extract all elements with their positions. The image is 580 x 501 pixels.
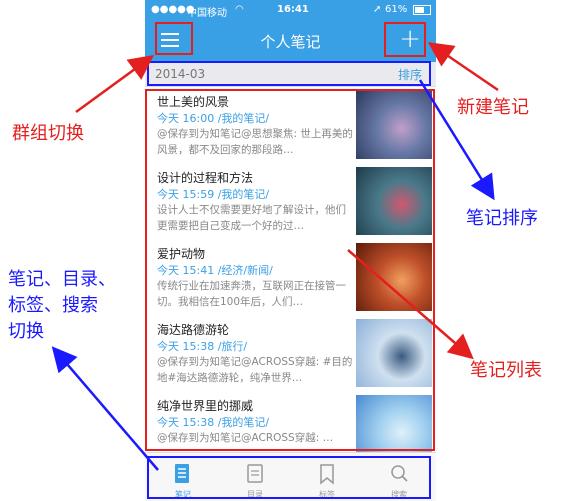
arrow-new-note (427, 42, 499, 92)
annotation-note-sort: 笔记排序 (466, 208, 538, 229)
annotation-arrows (51, 42, 499, 471)
annotation-new-note: 新建笔记 (457, 97, 529, 118)
annotation-nav-switch-2: 标签、搜索 (8, 295, 98, 316)
annotation-nav-switch-3: 切换 (8, 321, 44, 342)
arrow-tab-switch (51, 346, 159, 471)
annotation-group-switch: 群组切换 (12, 123, 84, 144)
annotation-nav-switch-1: 笔记、目录、 (8, 269, 116, 290)
arrow-group-switch (75, 55, 155, 114)
arrow-note-list (347, 249, 474, 360)
annotation-note-list: 笔记列表 (470, 360, 542, 381)
